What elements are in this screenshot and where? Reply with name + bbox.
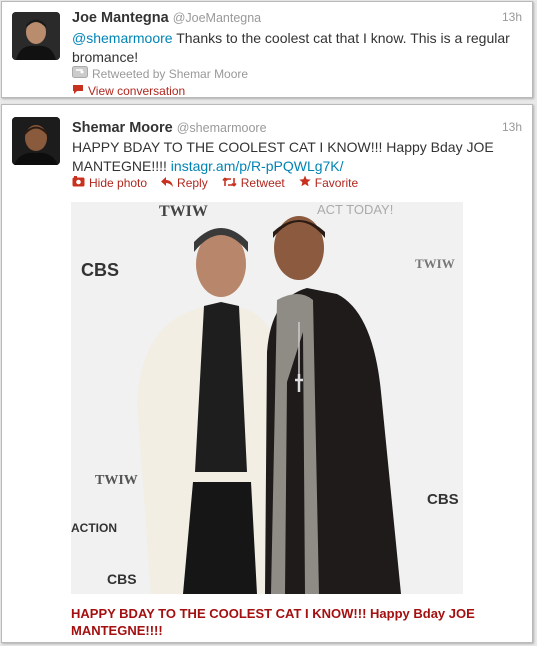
hide-photo-button[interactable]: Hide photo: [72, 175, 148, 190]
reply-label: Reply: [177, 175, 208, 190]
retweet-label: Retweet: [240, 175, 285, 190]
hide-photo-label: Hide photo: [89, 175, 148, 190]
backdrop-logo-cbs: CBS: [81, 260, 119, 280]
user-handle[interactable]: @JoeMantegna: [173, 11, 261, 25]
backdrop-logo-act-today: ACT TODAY!: [317, 202, 393, 217]
view-conversation-link[interactable]: View conversation: [88, 84, 185, 97]
retweet-box-icon: [72, 66, 88, 81]
user-handle[interactable]: @shemarmoore: [177, 121, 267, 135]
backdrop-logo-twiw: TWIW: [415, 256, 455, 271]
backdrop-logo-action: ACTION: [71, 521, 117, 535]
user-name[interactable]: Shemar Moore: [72, 120, 173, 136]
favorite-button[interactable]: Favorite: [299, 175, 358, 190]
favorite-label: Favorite: [314, 175, 359, 190]
retweet-button[interactable]: Retweet: [222, 176, 285, 190]
timestamp[interactable]: 13h: [502, 120, 522, 134]
tweet-joe-mantegna[interactable]: Joe Mantegna @JoeMantegna 13h @shemarmoor…: [1, 1, 533, 98]
avatar[interactable]: [12, 117, 60, 165]
tweet-text: @shemarmoore Thanks to the coolest cat t…: [72, 29, 518, 67]
retweeted-by-text[interactable]: Retweeted by Shemar Moore: [92, 67, 248, 81]
tweet-actions: Hide photo Reply Retweet Favorite: [72, 175, 372, 190]
instagram-link[interactable]: instagr.am/p/R-pPQWLg7K/: [171, 158, 344, 174]
timestamp[interactable]: 13h: [502, 10, 522, 24]
tweet-shemar-moore[interactable]: Shemar Moore @shemarmoore 13h HAPPY BDAY …: [1, 104, 533, 643]
retweeted-by: Retweeted by Shemar Moore: [72, 66, 248, 81]
speech-bubble-icon: [72, 84, 84, 97]
tweet-header: Joe Mantegna @JoeMantegna 13h: [72, 9, 522, 27]
avatar[interactable]: [12, 12, 60, 60]
backdrop-logo-twiw: TWIW: [159, 203, 208, 220]
view-conversation[interactable]: View conversation: [72, 84, 185, 97]
reply-button[interactable]: Reply: [161, 176, 208, 190]
user-name[interactable]: Joe Mantegna: [72, 10, 169, 26]
mention-link[interactable]: @shemarmoore: [72, 30, 173, 46]
star-icon: [299, 175, 311, 190]
reply-arrow-icon: [161, 176, 174, 190]
tweet-text: HAPPY BDAY TO THE COOLEST CAT I KNOW!!! …: [72, 138, 518, 176]
photo-illustration: TWIW CBS ACT TODAY! TWIW TWIW CBS ACTION…: [71, 202, 463, 594]
photo-caption: HAPPY BDAY TO THE COOLEST CAT I KNOW!!! …: [71, 606, 475, 638]
backdrop-logo-twiw: TWIW: [95, 473, 138, 488]
retweet-icon: [222, 176, 237, 190]
backdrop-logo-cbs: CBS: [107, 571, 137, 587]
tweet-header: Shemar Moore @shemarmoore 13h: [72, 119, 522, 137]
tweet-photo[interactable]: TWIW CBS ACT TODAY! TWIW TWIW CBS ACTION…: [71, 202, 463, 594]
photo-icon: [72, 175, 85, 190]
backdrop-logo-cbs: CBS: [427, 491, 459, 508]
